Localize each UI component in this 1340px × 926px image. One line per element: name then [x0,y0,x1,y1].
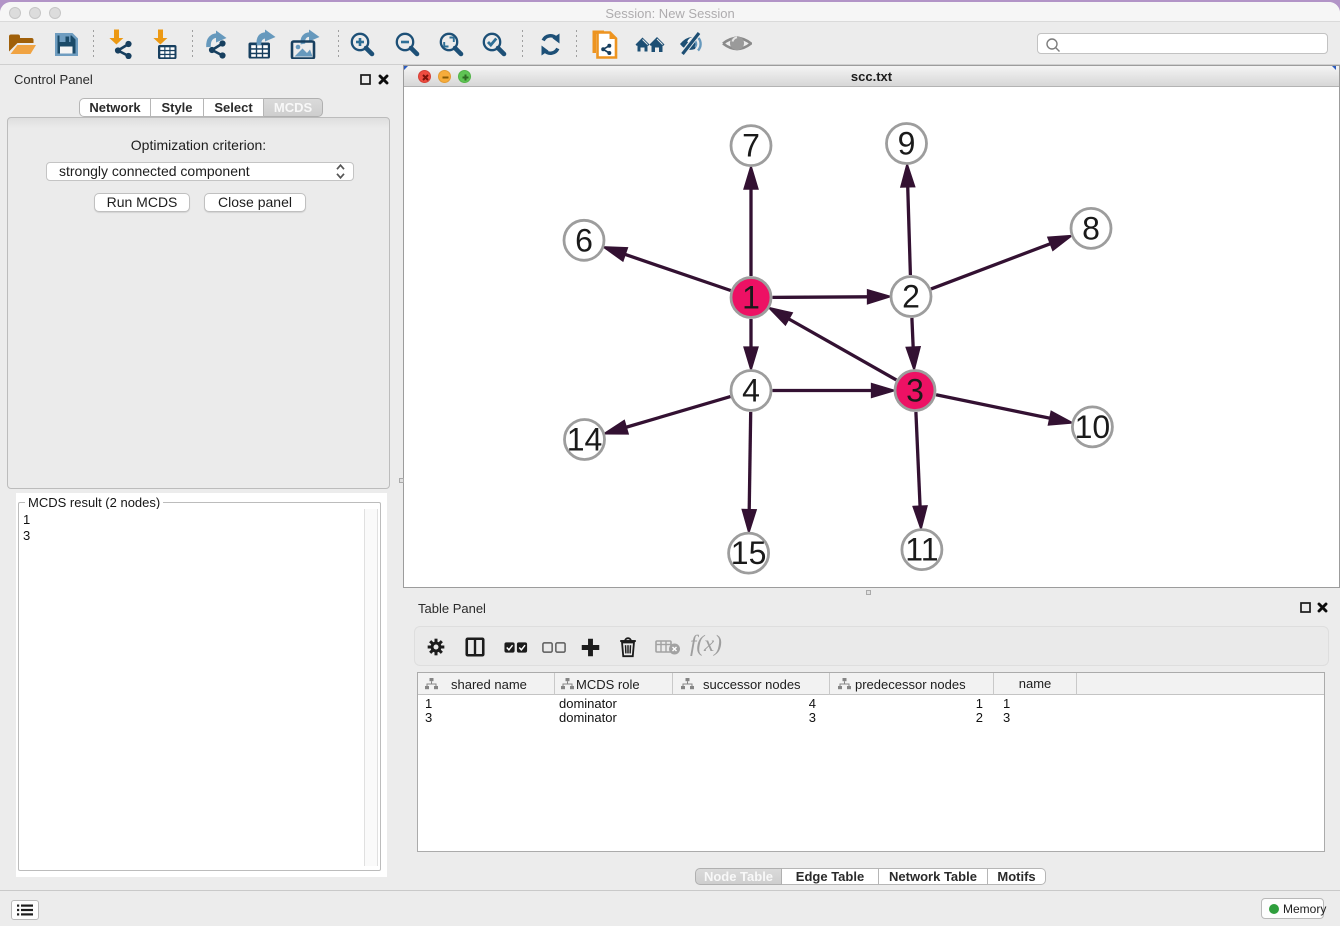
svg-text:1: 1 [742,280,760,316]
svg-text:3: 3 [906,373,924,409]
svg-text:10: 10 [1075,409,1111,445]
svg-text:9: 9 [898,126,916,162]
svg-text:2: 2 [902,279,920,315]
svg-text:11: 11 [905,532,938,568]
svg-text:6: 6 [575,222,593,258]
svg-text:14: 14 [567,422,603,458]
svg-text:4: 4 [742,373,760,409]
svg-text:15: 15 [731,535,767,571]
svg-text:7: 7 [742,128,760,164]
svg-text:8: 8 [1082,210,1100,246]
